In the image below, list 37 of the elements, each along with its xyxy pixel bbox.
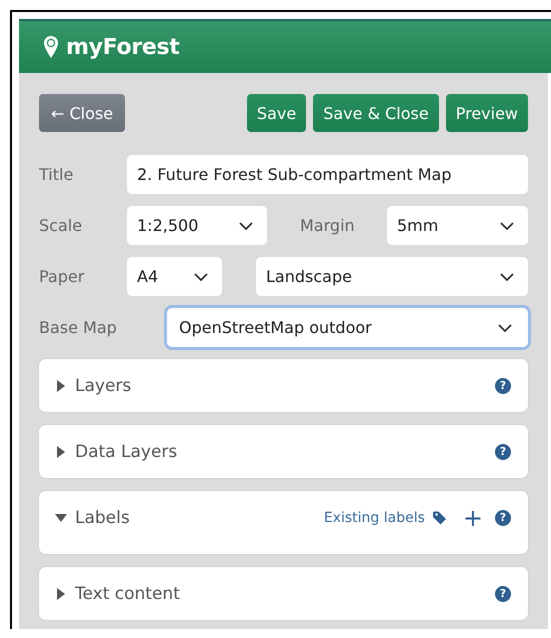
pin-icon [44,36,58,58]
field-label: Scale [39,216,84,235]
section-title[interactable]: Labels [75,508,130,528]
add-button[interactable]: + [462,506,483,530]
caret-right-icon[interactable] [55,588,67,600]
field-label: Margin [300,216,356,235]
field-label: Base Map [39,318,118,337]
caret-right-icon[interactable] [55,380,67,392]
section-title[interactable]: Layers [75,376,132,396]
help-icon[interactable]: ? [495,378,511,394]
chevron-icon [239,222,253,230]
chevron-icon [500,272,514,280]
help-icon[interactable]: ? [495,510,511,526]
help-icon[interactable]: ? [495,444,511,460]
paper-size-dropdown[interactable]: A4 [127,257,222,296]
caret-down-icon[interactable] [55,512,67,524]
help-icon[interactable]: ? [495,586,511,602]
tag-icon [432,510,447,524]
section-title[interactable]: Data Layers [75,442,178,462]
base-map-dropdown[interactable]: OpenStreetMap outdoor [167,308,528,347]
orientation-dropdown[interactable]: Landscape [256,257,528,296]
chevron-icon [194,272,208,280]
field-label: Paper [39,267,86,286]
action-button[interactable]: Save & Close [313,94,439,132]
action-button[interactable]: Save [246,94,306,132]
chevron-icon [500,222,514,230]
action-button[interactable]: Preview [446,94,528,132]
field-label: Title [39,165,74,184]
caret-right-icon[interactable] [55,446,67,458]
section-title[interactable]: Text content [75,584,180,604]
app-name: myForest [66,34,180,60]
title-field[interactable]: 2. Future Forest Sub-compartment Map [127,155,528,194]
chevron-icon [498,324,512,332]
margin-dropdown[interactable]: 5mm [387,206,528,245]
scale-dropdown[interactable]: 1:2,500 [127,206,267,245]
close-button[interactable]: ← Close [39,94,126,132]
existing-labels-link[interactable]: Existing labels [324,510,425,526]
